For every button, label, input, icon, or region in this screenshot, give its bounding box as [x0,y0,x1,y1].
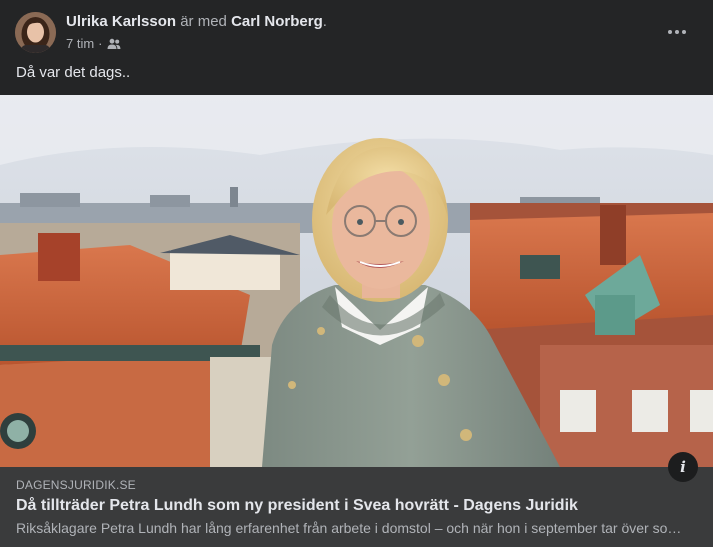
author-line: Ulrika Karlsson är med Carl Norberg. [66,13,327,31]
meta-separator: · [98,36,103,51]
author-name-link[interactable]: Ulrika Karlsson [66,13,176,30]
link-domain: DAGENSJURIDIK.SE [16,478,136,492]
post-message: Då var det dags.. [16,64,131,81]
avatar[interactable] [15,12,56,53]
info-icon[interactable]: i [668,452,698,482]
post-meta: 7 tim · [66,36,121,52]
friends-icon[interactable] [107,38,121,50]
link-title[interactable]: Då tillträder Petra Lundh som ny preside… [16,496,696,516]
post-header: Ulrika Karlsson är med Carl Norberg. 7 t… [0,0,713,60]
author-line-tail: . [322,13,327,30]
tagged-name-link[interactable]: Carl Norberg [231,13,323,30]
link-preview-image[interactable] [0,95,713,467]
link-preview-card[interactable]: DAGENSJURIDIK.SE Då tillträder Petra Lun… [0,95,713,547]
more-options-icon[interactable] [659,18,695,46]
timestamp-link[interactable]: 7 tim [66,36,94,52]
with-text: är med [180,13,227,30]
link-info-panel[interactable]: DAGENSJURIDIK.SE Då tillträder Petra Lun… [0,467,713,547]
info-glyph: i [680,458,686,476]
feed-post: Ulrika Karlsson är med Carl Norberg. 7 t… [0,0,713,547]
link-description: Riksåklagare Petra Lundh har lång erfare… [16,520,686,536]
